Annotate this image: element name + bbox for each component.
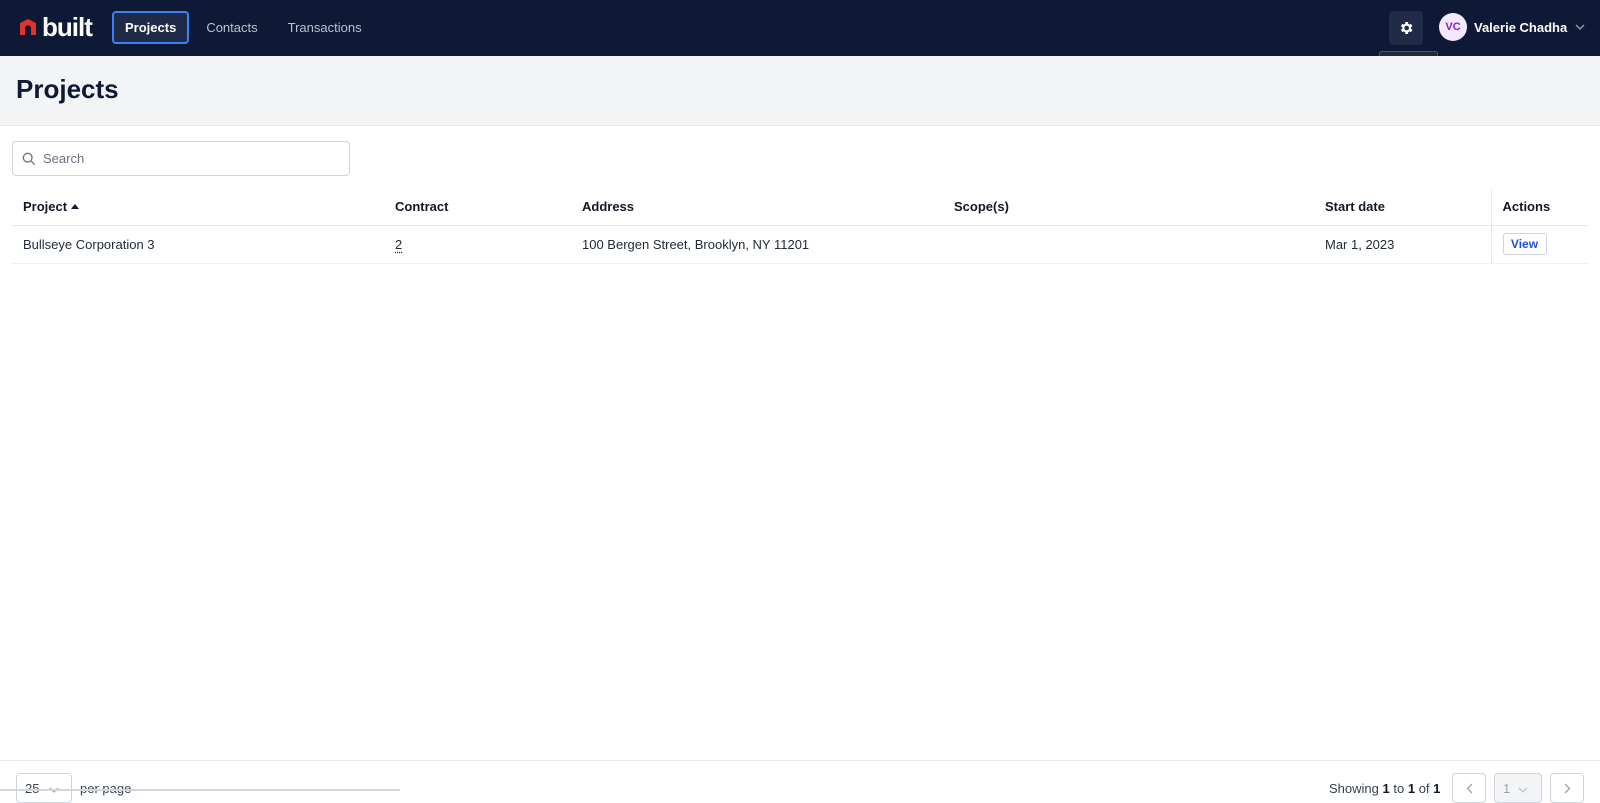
page-header: Projects [0,56,1600,126]
user-name: Valerie Chadha [1474,20,1567,35]
chevron-down-icon [1518,781,1528,796]
built-logo[interactable]: built [18,14,92,40]
page-select[interactable]: 1 [1494,773,1542,803]
cell-address: 100 Bergen Street, Brooklyn, NY 11201 [571,225,943,263]
column-header-scopes[interactable]: Scope(s) [943,189,1314,225]
projects-table: Project Contract Address Scope(s) Start … [12,189,1588,264]
prev-page-button[interactable] [1452,773,1486,803]
cell-contract: 2 [384,225,571,263]
table-header-row: Project Contract Address Scope(s) Start … [12,189,1588,225]
gear-icon [1398,20,1414,36]
column-header-actions: Actions [1491,189,1588,225]
per-page-select[interactable]: 25 [16,773,72,803]
top-navbar: built Projects Contacts Transactions VC … [0,0,1600,56]
cell-scopes [943,225,1314,263]
nav-item-transactions[interactable]: Transactions [275,11,375,44]
showing-summary: Showing 1 to 1 of 1 [1329,781,1440,796]
settings-button[interactable] [1389,11,1423,45]
column-header-project[interactable]: Project [12,189,384,225]
logo-text: built [42,14,92,40]
user-menu[interactable]: VC Valerie Chadha [1439,13,1585,41]
pagination-footer: 25 per page Showing 1 to 1 of 1 1 [0,760,1600,791]
sort-up-icon [71,204,79,209]
contract-link[interactable]: 2 [395,237,402,252]
showing-prefix: Showing [1329,781,1379,796]
search-box [12,141,350,176]
view-button[interactable]: View [1503,233,1547,255]
showing-of-word: of [1419,781,1430,796]
next-page-button[interactable] [1550,773,1584,803]
column-header-contract[interactable]: Contract [384,189,571,225]
page-title: Projects [16,74,119,105]
search-input[interactable] [43,151,333,166]
main-nav: Projects Contacts Transactions [112,11,379,44]
table-row[interactable]: Bullseye Corporation 3 2 100 Bergen Stre… [12,225,1588,263]
chevron-down-icon [1575,24,1585,30]
column-header-label: Project [23,199,67,214]
showing-total: 1 [1433,781,1440,796]
search-icon [22,152,36,166]
cell-project: Bullseye Corporation 3 [12,225,384,263]
logo-mark-icon [18,17,38,37]
cell-actions: View [1491,225,1588,263]
showing-to: 1 [1408,781,1415,796]
chevron-left-icon [1466,783,1473,794]
nav-item-contacts[interactable]: Contacts [193,11,270,44]
nav-item-projects[interactable]: Projects [112,11,189,44]
column-header-start-date[interactable]: Start date [1314,189,1491,225]
avatar: VC [1439,13,1467,41]
chevron-down-icon [49,781,59,796]
showing-to-word: to [1393,781,1404,796]
current-page: 1 [1503,781,1510,796]
chevron-right-icon [1564,783,1571,794]
column-header-address[interactable]: Address [571,189,943,225]
showing-from: 1 [1383,781,1390,796]
per-page-value: 25 [25,781,39,796]
cell-start-date: Mar 1, 2023 [1314,225,1491,263]
